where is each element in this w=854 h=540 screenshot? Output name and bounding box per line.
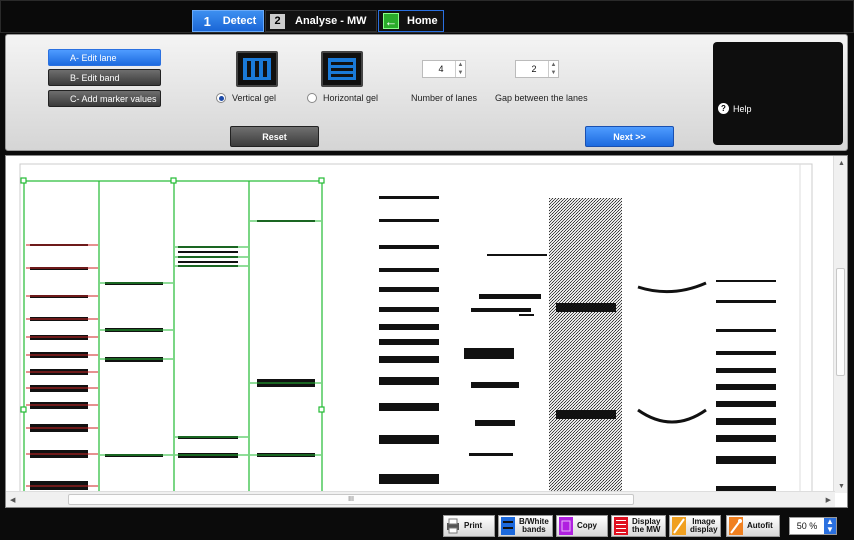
copy-icon (559, 517, 573, 535)
image-display-button[interactable]: Image display (669, 515, 721, 537)
edit-lane-button[interactable]: A- Edit lane (48, 49, 161, 66)
vertical-gel-icon[interactable] (236, 51, 278, 87)
next-button[interactable]: Next >> (585, 126, 674, 147)
gel-image-canvas[interactable] (6, 156, 835, 493)
print-label: Print (464, 521, 483, 530)
number-of-lanes-stepper[interactable]: 4 ▲ ▼ (422, 60, 466, 78)
edit-band-button[interactable]: B- Edit band (48, 69, 161, 86)
number-of-lanes-label: Number of lanes (411, 93, 478, 103)
horizontal-scrollbar[interactable]: ◀ III ▶ (6, 491, 835, 507)
printer-icon (447, 518, 459, 534)
help-label: Help (733, 103, 752, 114)
stepper-value: 4 (438, 64, 444, 74)
horizontal-scroll-thumb[interactable]: III (68, 494, 634, 505)
stepper-arrows-icon[interactable]: ▲ ▼ (548, 61, 558, 77)
step-number: 1 (203, 13, 211, 29)
scroll-up-icon[interactable]: ▲ (838, 160, 845, 167)
mw-bars-icon (614, 517, 628, 535)
autofit-label: Autofit (747, 521, 773, 530)
tab-label: Analyse - MW (295, 15, 367, 27)
bw-bands-button[interactable]: B/White bands (498, 515, 553, 537)
help-panel: ? Help (713, 42, 843, 145)
radio-unselected-icon (307, 93, 317, 103)
reset-button[interactable]: Reset (230, 126, 319, 147)
question-icon: ? (718, 103, 729, 114)
horizontal-gel-icon[interactable] (321, 51, 363, 87)
tab-analyse-mw[interactable]: 2 Analyse - MW (265, 10, 377, 32)
back-arrow-icon: ← (383, 13, 399, 29)
gel-image-viewer[interactable]: ▲ ▼ ◀ III ▶ (5, 155, 848, 508)
control-panel: A- Edit lane B- Edit band C- Add marker … (5, 34, 848, 151)
gel-analysis-app: 1 Detect 2 Analyse - MW ← Home A- Edit l… (0, 0, 854, 540)
scroll-left-icon[interactable]: ◀ (10, 496, 15, 504)
scroll-down-icon[interactable]: ▼ (838, 483, 845, 490)
copy-button[interactable]: Copy (556, 515, 608, 537)
zoom-arrows-icon[interactable]: ▲ ▼ (824, 518, 836, 534)
vertical-scroll-thumb[interactable] (836, 268, 845, 376)
print-button[interactable]: Print (443, 515, 495, 537)
bw-bands-icon (501, 517, 515, 535)
tab-home[interactable]: ← Home (378, 10, 444, 32)
vertical-scrollbar[interactable]: ▲ ▼ (833, 156, 847, 493)
image-display-icon (672, 517, 686, 535)
autofit-button[interactable]: Autofit (726, 515, 780, 537)
help-button[interactable]: ? Help (718, 103, 752, 114)
step-number: 2 (270, 13, 285, 29)
add-marker-values-button[interactable]: C- Add marker values (48, 90, 161, 107)
image-display-label: Image display (690, 517, 718, 534)
magic-wand-icon (729, 517, 743, 535)
scroll-right-icon[interactable]: ▶ (826, 496, 831, 504)
lane-gap-stepper[interactable]: 2 ▲ ▼ (515, 60, 559, 78)
stepper-arrows-icon[interactable]: ▲ ▼ (455, 61, 465, 77)
zoom-stepper[interactable]: 50 % ▲ ▼ (789, 517, 837, 535)
stippled-lane (549, 198, 622, 493)
copy-label: Copy (577, 521, 597, 530)
radio-selected-icon (216, 93, 226, 103)
bottom-toolbar: Print B/White bands Copy Display the MW Im… (0, 510, 854, 540)
bw-bands-label: B/White bands (519, 517, 549, 534)
tab-label: Detect (222, 15, 257, 27)
tab-label: Home (407, 15, 438, 27)
display-mw-label: Display the MW (632, 517, 661, 534)
zoom-value: 50 % (796, 521, 818, 531)
radio-label: Horizontal gel (323, 93, 379, 103)
radio-label: Vertical gel (232, 93, 277, 103)
tab-detect[interactable]: 1 Detect (192, 10, 264, 32)
stepper-value: 2 (531, 64, 537, 74)
horizontal-gel-radio[interactable]: Horizontal gel (307, 93, 378, 103)
top-navigation-bar: 1 Detect 2 Analyse - MW ← Home (0, 0, 854, 33)
lane-gap-label: Gap between the lanes (495, 93, 588, 103)
display-mw-button[interactable]: Display the MW (611, 515, 666, 537)
vertical-gel-radio[interactable]: Vertical gel (216, 93, 276, 103)
